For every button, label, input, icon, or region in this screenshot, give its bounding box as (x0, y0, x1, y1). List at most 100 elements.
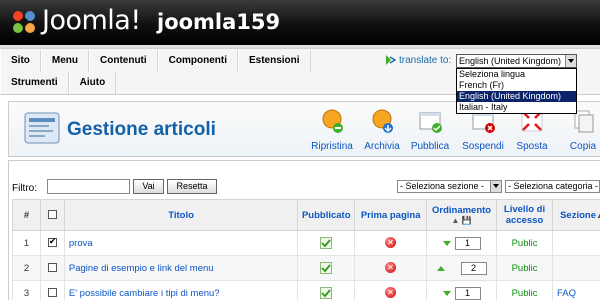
publish-icon (419, 112, 442, 133)
row-checkbox[interactable] (47, 236, 57, 248)
published-check-icon[interactable] (320, 237, 333, 249)
table-row: 2 Pagine di esempio e link del menu ✕ 2 … (12, 255, 600, 281)
go-button[interactable]: Vai (133, 179, 164, 194)
unarchive-button[interactable]: Ripristina (307, 107, 357, 152)
page-title: Gestione articoli (67, 119, 216, 140)
section-filter-value: - Seleziona sezione - (400, 181, 485, 191)
row-number: 2 (12, 255, 41, 281)
section-filter-select[interactable]: - Seleziona sezione - (397, 180, 502, 193)
row-checkbox-cell (39, 280, 65, 300)
order-input[interactable]: 1 (454, 236, 481, 250)
order-down-icon[interactable] (442, 290, 451, 296)
unpublish-label: Sospendi (462, 141, 504, 152)
publish-label: Pubblica (410, 141, 450, 152)
article-title-link[interactable]: prova (63, 230, 299, 256)
row-number: 3 (12, 280, 41, 300)
column-header-order[interactable]: Ordinamento ▲ 💾 (426, 199, 498, 231)
column-header-checkbox (39, 199, 65, 231)
access-level[interactable]: Public (496, 230, 553, 256)
published-check-icon[interactable] (320, 287, 333, 299)
sort-icon[interactable]: ▲ 💾 (427, 216, 496, 225)
menu-item-sito[interactable]: Sito (0, 50, 41, 72)
column-header-frontpage[interactable]: Prima pagina (354, 199, 428, 231)
archive-button[interactable]: Archivia (357, 107, 407, 152)
translate-label: translate to: (399, 54, 452, 66)
menu-item-menu[interactable]: Menu (40, 50, 89, 72)
row-number: 1 (12, 230, 41, 256)
chevron-down-icon[interactable] (565, 55, 576, 67)
menu-item-estensioni[interactable]: Estensioni (237, 50, 311, 72)
published-cell (297, 230, 356, 256)
row-checkbox[interactable] (47, 263, 57, 273)
language-option-selected[interactable]: English (United Kingdom) (457, 91, 576, 102)
column-header-title[interactable]: Titolo (63, 199, 299, 231)
section-cell (551, 230, 600, 256)
menu-item-contenuti[interactable]: Contenuti (89, 50, 158, 72)
unarchive-icon (322, 109, 343, 133)
article-title-link[interactable]: Pagine di esempio e link del menu (63, 255, 299, 281)
row-checkbox-cell (39, 230, 65, 256)
articles-table: # Titolo Pubblicato Prima pagina Ordinam… (12, 199, 600, 300)
section-cell (551, 255, 600, 281)
column-header-section[interactable]: Sezione▲ (551, 199, 600, 231)
column-header-access[interactable]: Livello di accesso (496, 199, 553, 231)
joomla-logo-icon (13, 11, 35, 33)
column-header-published[interactable]: Pubblicato (297, 199, 356, 231)
translate-widget: translate to: (384, 54, 451, 66)
section-cell[interactable]: FAQ (551, 280, 600, 300)
not-frontpage-icon[interactable]: ✕ (385, 237, 397, 249)
table-row: 3 E' possibile cambiare i tipi di menu? … (12, 280, 600, 300)
not-frontpage-icon[interactable]: ✕ (385, 262, 397, 274)
order-down-icon[interactable] (442, 240, 451, 246)
published-cell (297, 280, 356, 300)
order-cell: 1 (426, 230, 498, 256)
row-checkbox-cell (39, 255, 65, 281)
admin-header: Joomla! joomla159 (0, 0, 600, 45)
column-header-order-label: Ordinamento (432, 205, 492, 216)
frontpage-cell: ✕ (354, 230, 428, 256)
filter-input[interactable] (47, 179, 130, 194)
menu-item-strumenti[interactable]: Strumenti (0, 72, 69, 94)
category-filter-select[interactable]: - Seleziona categoria - (505, 180, 600, 193)
row-checkbox[interactable] (47, 288, 57, 298)
unarchive-label: Ripristina (311, 141, 353, 152)
move-label: Sposta (516, 141, 548, 152)
archive-icon (372, 109, 393, 133)
select-all-checkbox[interactable] (47, 210, 57, 220)
order-up-icon[interactable] (436, 265, 445, 271)
translate-icon (386, 55, 396, 65)
published-check-icon[interactable] (320, 262, 333, 274)
frontpage-cell: ✕ (354, 255, 428, 281)
access-level[interactable]: Public (496, 255, 553, 281)
category-filter-value: - Seleziona categoria - (508, 181, 599, 191)
chevron-down-icon[interactable] (490, 181, 501, 192)
reset-button[interactable]: Resetta (167, 179, 217, 194)
access-level[interactable]: Public (496, 280, 553, 300)
table-row: 1 prova ✕ 1 Public (12, 230, 600, 256)
language-select-value: English (United Kingdom) (459, 56, 562, 66)
language-option[interactable]: Seleziona lingua (457, 69, 576, 80)
language-select[interactable]: English (United Kingdom) (456, 54, 577, 68)
brand-logo-text: Joomla! (42, 5, 141, 36)
sort-asc-icon: ▲ (595, 210, 600, 220)
menu-item-componenti[interactable]: Componenti (157, 50, 238, 72)
site-name: joomla159 (157, 10, 281, 34)
language-dropdown-list: Seleziona lingua French (Fr) English (Un… (456, 68, 577, 114)
article-title-link[interactable]: E' possibile cambiare i tipi di menu? (63, 280, 299, 300)
language-option[interactable]: Italian - Italy (457, 102, 576, 113)
frontpage-cell: ✕ (354, 280, 428, 300)
archive-label: Archivia (364, 141, 400, 152)
order-input[interactable]: 2 (460, 261, 487, 275)
column-header-section-label: Sezione (560, 209, 596, 221)
order-input[interactable]: 1 (454, 286, 481, 300)
column-header-number: # (12, 199, 41, 231)
order-cell: 2 (426, 255, 498, 281)
menu-row-2: Strumenti Aiuto (0, 72, 117, 94)
table-header-row: # Titolo Pubblicato Prima pagina Ordinam… (12, 199, 600, 231)
not-frontpage-icon[interactable]: ✕ (385, 287, 397, 299)
published-cell (297, 255, 356, 281)
order-cell: 1 (426, 280, 498, 300)
publish-button[interactable]: Pubblica (405, 107, 455, 152)
menu-item-aiuto[interactable]: Aiuto (68, 72, 117, 94)
language-option[interactable]: French (Fr) (457, 80, 576, 91)
